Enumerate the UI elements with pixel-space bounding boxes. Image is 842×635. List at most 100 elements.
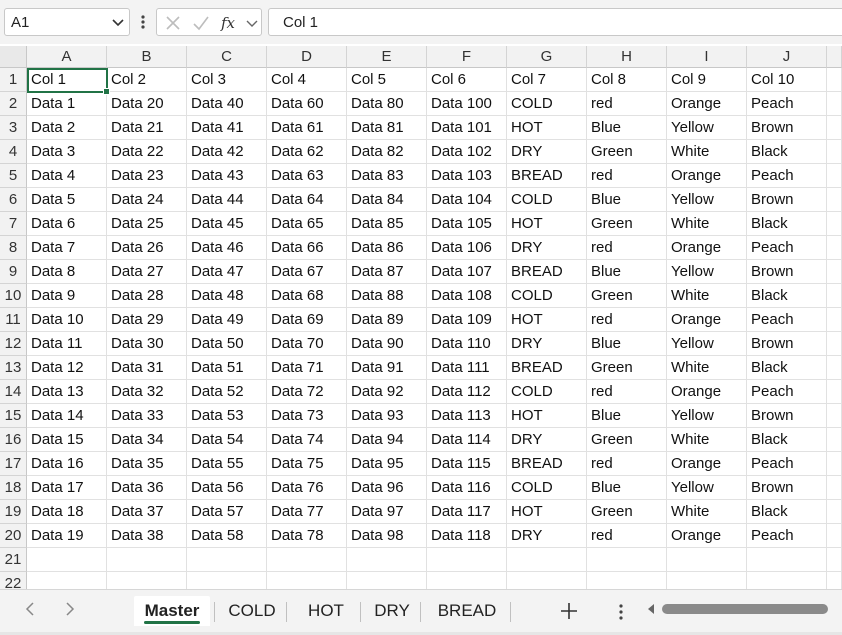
cell-e7[interactable]: Data 85 (347, 212, 427, 236)
cell-j15[interactable]: Brown (747, 404, 827, 428)
row-header[interactable]: 16 (0, 428, 27, 452)
cell-a18[interactable]: Data 17 (27, 476, 107, 500)
cell-h16[interactable]: Green (587, 428, 667, 452)
formula-input[interactable]: Col 1 (268, 8, 842, 36)
cell-h11[interactable]: red (587, 308, 667, 332)
cell-i16[interactable]: White (667, 428, 747, 452)
cell-overflow[interactable] (827, 116, 842, 140)
cell-d20[interactable]: Data 78 (267, 524, 347, 548)
cell-overflow[interactable] (827, 284, 842, 308)
cell-d10[interactable]: Data 68 (267, 284, 347, 308)
cell-c10[interactable]: Data 48 (187, 284, 267, 308)
cell-j21[interactable] (747, 548, 827, 572)
cell-e5[interactable]: Data 83 (347, 164, 427, 188)
cell-a21[interactable] (27, 548, 107, 572)
row-header[interactable]: 11 (0, 308, 27, 332)
cell-overflow[interactable] (827, 68, 842, 92)
cell-a12[interactable]: Data 11 (27, 332, 107, 356)
column-header-j[interactable]: J (747, 46, 827, 68)
cell-d13[interactable]: Data 71 (267, 356, 347, 380)
cell-e21[interactable] (347, 548, 427, 572)
cell-f12[interactable]: Data 110 (427, 332, 507, 356)
cell-i6[interactable]: Yellow (667, 188, 747, 212)
cell-i7[interactable]: White (667, 212, 747, 236)
column-header-f[interactable]: F (427, 46, 507, 68)
vertical-dots-icon[interactable] (138, 12, 148, 32)
cell-g12[interactable]: DRY (507, 332, 587, 356)
cell-c14[interactable]: Data 52 (187, 380, 267, 404)
cell-c20[interactable]: Data 58 (187, 524, 267, 548)
sheet-tab-master[interactable]: Master (134, 596, 210, 626)
cell-e1[interactable]: Col 5 (347, 68, 427, 92)
cell-c6[interactable]: Data 44 (187, 188, 267, 212)
cell-overflow[interactable] (827, 332, 842, 356)
scroll-left-arrow-icon[interactable] (646, 603, 656, 615)
cell-h19[interactable]: Green (587, 500, 667, 524)
cell-h13[interactable]: Green (587, 356, 667, 380)
row-header[interactable]: 9 (0, 260, 27, 284)
row-header[interactable]: 4 (0, 140, 27, 164)
cell-e11[interactable]: Data 89 (347, 308, 427, 332)
cell-f16[interactable]: Data 114 (427, 428, 507, 452)
cell-f2[interactable]: Data 100 (427, 92, 507, 116)
cell-b20[interactable]: Data 38 (107, 524, 187, 548)
cell-a16[interactable]: Data 15 (27, 428, 107, 452)
cell-g2[interactable]: COLD (507, 92, 587, 116)
cell-j2[interactable]: Peach (747, 92, 827, 116)
cell-d3[interactable]: Data 61 (267, 116, 347, 140)
cell-i13[interactable]: White (667, 356, 747, 380)
cell-overflow[interactable] (827, 356, 842, 380)
cell-c11[interactable]: Data 49 (187, 308, 267, 332)
cell-h18[interactable]: Blue (587, 476, 667, 500)
cell-e19[interactable]: Data 97 (347, 500, 427, 524)
row-header[interactable]: 19 (0, 500, 27, 524)
cell-g7[interactable]: HOT (507, 212, 587, 236)
cell-h9[interactable]: Blue (587, 260, 667, 284)
row-header[interactable]: 6 (0, 188, 27, 212)
close-icon[interactable] (163, 13, 183, 33)
cell-j5[interactable]: Peach (747, 164, 827, 188)
row-header[interactable]: 7 (0, 212, 27, 236)
cell-g3[interactable]: HOT (507, 116, 587, 140)
cell-overflow[interactable] (827, 188, 842, 212)
cell-g18[interactable]: COLD (507, 476, 587, 500)
cell-h4[interactable]: Green (587, 140, 667, 164)
cell-i12[interactable]: Yellow (667, 332, 747, 356)
cell-d18[interactable]: Data 76 (267, 476, 347, 500)
cell-overflow[interactable] (827, 524, 842, 548)
cell-d2[interactable]: Data 60 (267, 92, 347, 116)
horizontal-scrollbar[interactable] (646, 602, 836, 616)
cell-h12[interactable]: Blue (587, 332, 667, 356)
sheet-tab-bread[interactable]: BREAD (426, 596, 508, 626)
cell-g1[interactable]: Col 7 (507, 68, 587, 92)
row-header[interactable]: 14 (0, 380, 27, 404)
column-header-a[interactable]: A (27, 46, 107, 68)
cell-i19[interactable]: White (667, 500, 747, 524)
cell-b7[interactable]: Data 25 (107, 212, 187, 236)
cell-c2[interactable]: Data 40 (187, 92, 267, 116)
column-header-b[interactable]: B (107, 46, 187, 68)
sheet-tab-hot[interactable]: HOT (294, 596, 358, 626)
cell-j14[interactable]: Peach (747, 380, 827, 404)
cell-a7[interactable]: Data 6 (27, 212, 107, 236)
cell-e17[interactable]: Data 95 (347, 452, 427, 476)
cell-i5[interactable]: Orange (667, 164, 747, 188)
cell-h5[interactable]: red (587, 164, 667, 188)
cell-a6[interactable]: Data 5 (27, 188, 107, 212)
row-header[interactable]: 21 (0, 548, 27, 572)
cell-g10[interactable]: COLD (507, 284, 587, 308)
cell-f6[interactable]: Data 104 (427, 188, 507, 212)
fx-icon[interactable]: fx (219, 13, 241, 33)
cell-j17[interactable]: Peach (747, 452, 827, 476)
cell-i15[interactable]: Yellow (667, 404, 747, 428)
cell-e10[interactable]: Data 88 (347, 284, 427, 308)
row-header[interactable]: 1 (0, 68, 27, 92)
cell-a17[interactable]: Data 16 (27, 452, 107, 476)
cell-b14[interactable]: Data 32 (107, 380, 187, 404)
cell-g4[interactable]: DRY (507, 140, 587, 164)
scrollbar-thumb[interactable] (662, 604, 828, 614)
cell-f18[interactable]: Data 116 (427, 476, 507, 500)
cell-a8[interactable]: Data 7 (27, 236, 107, 260)
cell-f21[interactable] (427, 548, 507, 572)
cell-e6[interactable]: Data 84 (347, 188, 427, 212)
